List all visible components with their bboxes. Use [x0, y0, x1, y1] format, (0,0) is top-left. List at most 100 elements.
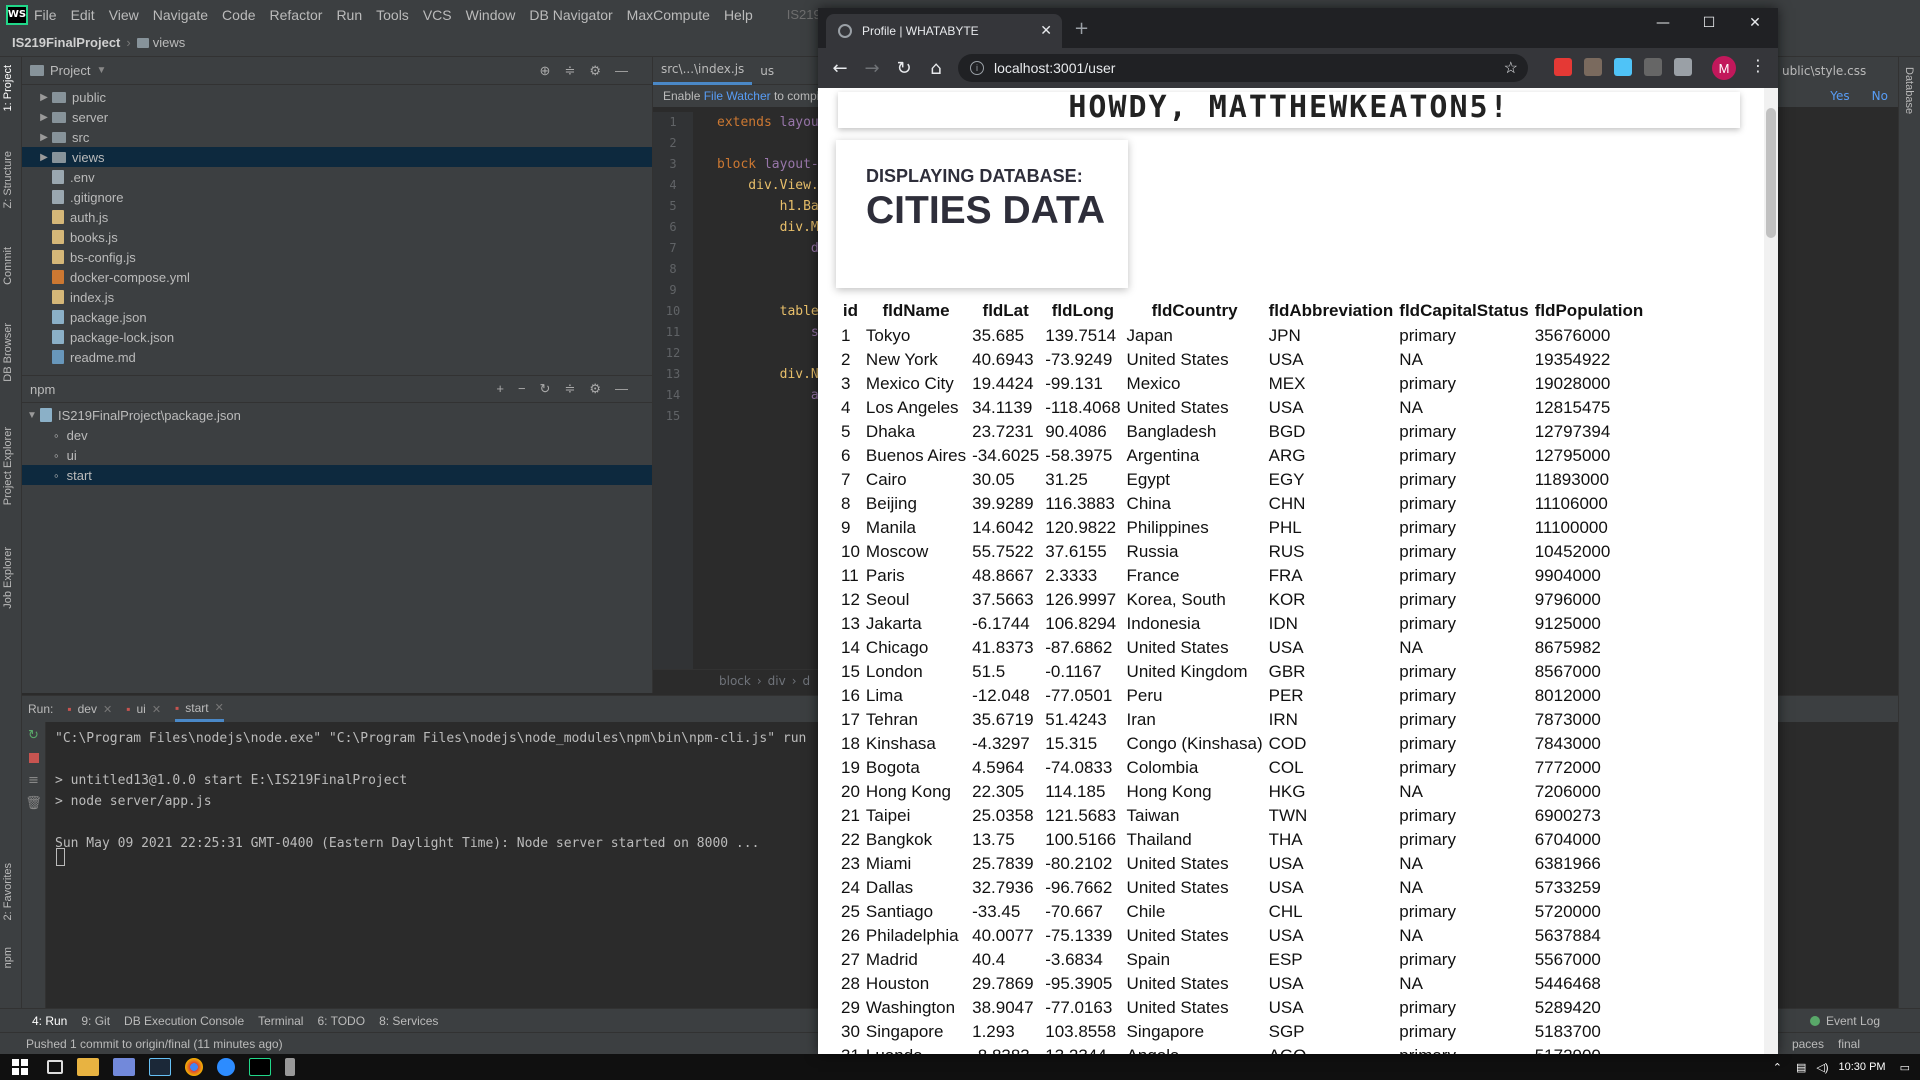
chevron-right-icon[interactable]: ▶ [36, 152, 52, 163]
new-tab-button[interactable]: + [1074, 18, 1089, 39]
npm-toolbar-icons[interactable]: +−↻≑⚙— [496, 381, 642, 397]
browser-tab[interactable]: Profile | WHATABYTE ✕ [826, 14, 1062, 48]
code-lines[interactable]: extends layou block layout- div.View. h1.… [717, 112, 819, 427]
tool-tab-6-todo[interactable]: 6: TODO [317, 1014, 365, 1028]
tool-tab-terminal[interactable]: Terminal [258, 1014, 303, 1028]
back-icon[interactable]: ← [824, 58, 856, 79]
code-line[interactable]: extends layou [717, 112, 819, 133]
column-header-fldCapitalStatus[interactable]: fldCapitalStatus [1396, 298, 1531, 324]
stop-icon[interactable] [28, 753, 39, 763]
chevron-down-icon[interactable]: ▼ [24, 410, 40, 421]
tree-item--gitignore[interactable]: .gitignore [22, 187, 652, 207]
file-explorer-icon[interactable] [77, 1058, 99, 1076]
breadcrumb-folder[interactable]: views [153, 35, 186, 50]
column-header-fldCountry[interactable]: fldCountry [1124, 298, 1266, 324]
windows-start-icon[interactable] [12, 1059, 28, 1075]
breadcrumb-project[interactable]: IS219FinalProject [12, 35, 120, 50]
watcher-no-link[interactable]: No [1872, 89, 1888, 103]
tree-item-package-json[interactable]: package.json [22, 307, 652, 327]
minimize-button[interactable]: — [1640, 8, 1686, 48]
chrome-icon[interactable] [185, 1058, 203, 1076]
code-line[interactable]: table [717, 301, 819, 322]
close-icon[interactable]: ✕ [215, 701, 224, 714]
file-watcher-link[interactable]: File Watcher [704, 89, 771, 103]
forward-icon[interactable]: → [856, 58, 888, 79]
task-view-icon[interactable] [47, 1060, 63, 1074]
close-icon[interactable]: ✕ [103, 703, 112, 716]
editor-tab[interactable]: ublic\style.css [1782, 64, 1866, 78]
code-line[interactable]: h1.Ba [717, 196, 819, 217]
menu-window[interactable]: Window [466, 7, 516, 23]
extension-icon[interactable] [1554, 58, 1572, 76]
tree-item-docker-compose-yml[interactable]: docker-compose.yml [22, 267, 652, 287]
messenger-icon[interactable] [217, 1058, 235, 1076]
scroll-thumb[interactable] [1766, 108, 1776, 238]
profile-avatar[interactable]: M [1712, 56, 1736, 80]
menu-help[interactable]: Help [724, 7, 753, 23]
editor-tab[interactable]: src\...\index.js [653, 57, 753, 85]
maximize-button[interactable]: ☐ [1686, 8, 1732, 48]
code-line[interactable]: div.M [717, 217, 819, 238]
npm-script-ui[interactable]: ◦ ui [22, 445, 652, 465]
steam-icon[interactable] [149, 1058, 171, 1076]
project-panel-title[interactable]: Project [50, 63, 90, 78]
network-icon[interactable]: ▤ [1796, 1061, 1806, 1074]
column-header-fldPopulation[interactable]: fldPopulation [1532, 298, 1647, 324]
address-bar[interactable]: i localhost:3001/user ☆ [958, 54, 1528, 82]
tree-item-index-js[interactable]: index.js [22, 287, 652, 307]
tool-tab-project-explorer[interactable]: Project Explorer [2, 427, 14, 505]
tool-tab-project[interactable]: 1: Project [2, 65, 14, 111]
tool-tab-npm[interactable]: npm [2, 947, 14, 968]
info-icon[interactable]: i [970, 61, 984, 75]
menu-run[interactable]: Run [336, 7, 362, 23]
page-scrollbar[interactable] [1764, 88, 1778, 1054]
webstorm-icon[interactable] [249, 1058, 271, 1076]
chevron-right-icon[interactable]: ▶ [36, 132, 52, 143]
tree-item-books-js[interactable]: books.js [22, 227, 652, 247]
tool-tab-9-git[interactable]: 9: Git [81, 1014, 110, 1028]
column-header-id[interactable]: id [838, 298, 863, 324]
code-line[interactable] [717, 259, 819, 280]
chevron-right-icon[interactable]: ▶ [36, 92, 52, 103]
tree-item-server[interactable]: ▶ server [22, 107, 652, 127]
run-console-output[interactable]: "C:\Program Files\nodejs\node.exe" "C:\P… [55, 728, 806, 854]
more-menu-icon[interactable]: ⋮ [1750, 56, 1766, 75]
column-header-fldLat[interactable]: fldLat [969, 298, 1042, 324]
menu-refactor[interactable]: Refactor [270, 7, 323, 23]
home-icon[interactable]: ⌂ [920, 58, 952, 79]
tree-item-src[interactable]: ▶ src [22, 127, 652, 147]
tool-tab-job-explorer[interactable]: Job Explorer [2, 547, 14, 609]
watcher-yes-link[interactable]: Yes [1830, 89, 1849, 103]
code-line[interactable]: d [717, 238, 819, 259]
puzzle-extensions-icon[interactable] [1674, 58, 1692, 76]
code-line[interactable]: s [717, 322, 819, 343]
code-line[interactable] [717, 343, 819, 364]
panel-toolbar-icons[interactable]: ⊕≑⚙— [540, 63, 642, 79]
volume-icon[interactable]: ◁) [1816, 1061, 1828, 1074]
breadcrumb-item[interactable]: d [803, 674, 811, 688]
editor-tab[interactable]: us [752, 64, 782, 78]
bookmark-star-icon[interactable]: ☆ [1504, 58, 1518, 78]
event-log-button[interactable]: Event Log [1826, 1014, 1880, 1028]
tree-item-auth-js[interactable]: auth.js [22, 207, 652, 227]
trash-icon[interactable]: 🗑 [22, 796, 45, 811]
menu-maxcompute[interactable]: MaxCompute [627, 7, 710, 23]
git-branch[interactable]: final [1838, 1037, 1860, 1051]
tool-tab-structure[interactable]: Z: Structure [2, 151, 14, 208]
tree-item-bs-config-js[interactable]: bs-config.js [22, 247, 652, 267]
notifications-icon[interactable]: ▭ [1900, 1061, 1910, 1074]
close-icon[interactable]: ✕ [152, 703, 161, 716]
menu-tools[interactable]: Tools [376, 7, 409, 23]
code-line[interactable]: div.N [717, 364, 819, 385]
extension-icon[interactable] [1584, 58, 1602, 76]
tree-item-package-lock-json[interactable]: package-lock.json [22, 327, 652, 347]
wrap-icon[interactable]: ≡ [22, 773, 45, 788]
tool-tab-favorites[interactable]: 2: Favorites [2, 863, 14, 920]
rerun-icon[interactable]: ↻ [22, 728, 45, 743]
tool-tab-4-run[interactable]: 4: Run [32, 1014, 67, 1028]
code-line[interactable] [717, 280, 819, 301]
column-header-fldLong[interactable]: fldLong [1042, 298, 1123, 324]
tool-tab-database[interactable]: Database [1903, 67, 1915, 114]
tree-item-public[interactable]: ▶ public [22, 87, 652, 107]
menu-db-navigator[interactable]: DB Navigator [529, 7, 612, 23]
